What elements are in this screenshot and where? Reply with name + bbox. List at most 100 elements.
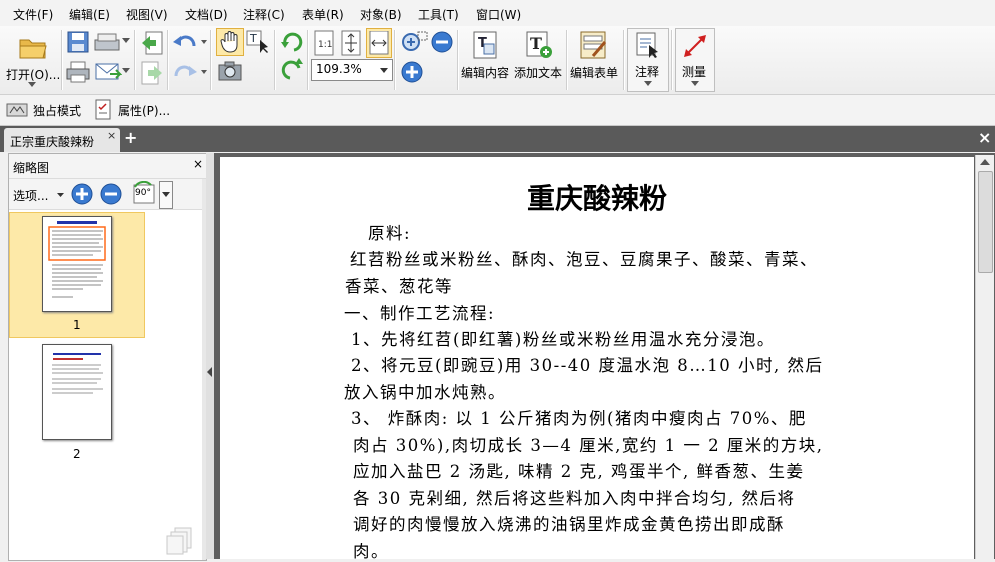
hand-tool-button[interactable] [216, 28, 244, 56]
measure-button[interactable]: 测量 [675, 28, 715, 92]
tab-title: 正宗重庆酸辣粉 [10, 135, 95, 149]
chevron-down-icon[interactable] [122, 68, 130, 73]
thumbnail-page-1[interactable] [42, 216, 112, 312]
thumbnail-page-2[interactable] [42, 344, 112, 440]
document-line-12: 调好的肉慢慢放入烧沸的油锅里炸成金黄色捞出即成酥 [353, 515, 785, 534]
panel-splitter[interactable] [206, 153, 214, 559]
undo-icon[interactable] [172, 32, 198, 52]
chevron-down-icon[interactable] [201, 40, 207, 44]
chevron-down-icon [162, 192, 170, 197]
exclusive-mode-icon [6, 103, 28, 117]
new-tab-icon[interactable]: + [124, 128, 137, 147]
document-line-11: 各 30 克剁细, 然后将这些料加入肉中拌合均匀, 然后将 [353, 489, 796, 508]
close-document-icon[interactable]: × [978, 128, 991, 147]
document-line-13: 肉。 [353, 542, 389, 561]
add-text-button[interactable]: T 添加文本 [513, 28, 565, 90]
document-scrollbar[interactable] [975, 155, 994, 559]
document-viewer[interactable]: 重庆酸辣粉 原料: 红苕粉丝或米粉丝、酥肉、泡豆、豆腐果子、酸菜、青菜、 香菜、… [214, 153, 995, 561]
email-icon[interactable] [94, 60, 122, 84]
marquee-zoom-icon[interactable] [400, 30, 428, 54]
menu-file[interactable]: 文件(F) [13, 6, 53, 23]
fit-width-icon [369, 31, 389, 55]
scroll-up-icon[interactable] [980, 159, 990, 165]
thumbnail-options-dropdown[interactable]: 选项... [11, 183, 67, 205]
menu-bar: 文件(F) 编辑(E) 视图(V) 文档(D) 注释(C) 表单(R) 对象(B… [0, 0, 995, 27]
document-line-2: 红苕粉丝或米粉丝、酥肉、泡豆、豆腐果子、酸菜、青菜、 [350, 250, 818, 269]
thumbnail-enlarge-icon[interactable] [71, 183, 93, 205]
rotate-clockwise-icon[interactable] [280, 30, 304, 54]
thumbnail-panel: 缩略图 × 选项... 90° 1 2 [8, 153, 207, 561]
zoom-in-icon[interactable] [400, 60, 424, 84]
open-button[interactable]: 打开(O)... [4, 30, 60, 90]
document-title: 重庆酸辣粉 [526, 182, 667, 215]
add-text-icon: T [526, 31, 552, 58]
tab-close-icon[interactable]: × [107, 129, 116, 142]
thumbnail-more-dropdown[interactable] [159, 181, 173, 209]
edit-content-icon: T [473, 31, 497, 59]
select-text-icon[interactable]: T [246, 30, 270, 54]
thumbnail-panel-title: 缩略图 [13, 161, 50, 175]
thumbnail-page-1-preview [48, 221, 106, 298]
pages-stack-icon [166, 527, 192, 555]
document-scroll-thumb[interactable] [978, 171, 993, 273]
menu-view[interactable]: 视图(V) [126, 6, 168, 23]
menu-tools[interactable]: 工具(T) [418, 6, 459, 23]
chevron-down-icon [644, 81, 652, 86]
rotate-counterclockwise-icon[interactable] [280, 58, 304, 82]
annotate-button[interactable]: 注释 [627, 28, 669, 92]
thumbnail-reduce-icon[interactable] [100, 183, 122, 205]
exclusive-mode-button[interactable]: 独占模式 [6, 99, 86, 121]
tab-document[interactable]: 正宗重庆酸辣粉 × [4, 128, 120, 152]
zoom-select[interactable]: 109.3% [311, 59, 393, 81]
chevron-down-icon[interactable] [122, 38, 130, 43]
document-line-5: 1、先将红苕(即红薯)粉丝或米粉丝用温水充分浸泡。 [351, 330, 775, 349]
svg-text:T: T [249, 32, 257, 45]
menu-comment[interactable]: 注释(C) [243, 6, 285, 23]
edit-form-icon [580, 31, 607, 59]
save-icon[interactable] [66, 30, 90, 54]
collapse-panel-icon[interactable] [207, 367, 213, 377]
camera-icon[interactable] [218, 60, 242, 82]
scanner-icon[interactable] [94, 32, 122, 52]
properties-button[interactable]: 属性(P)... [94, 99, 174, 121]
svg-text:T: T [530, 34, 542, 53]
document-line-1: 原料: [368, 224, 412, 243]
properties-icon [95, 99, 111, 120]
fit-width-button[interactable] [366, 28, 392, 58]
zoom-out-icon[interactable] [430, 30, 454, 54]
measure-icon [684, 35, 706, 57]
thumbnail-toolbar: 选项... 90° [9, 179, 206, 210]
menu-window[interactable]: 窗口(W) [476, 6, 521, 23]
main-toolbar: 打开(O)... T 1:1 109.3% T 编辑内容 T 添加文本 编辑表单… [0, 26, 995, 95]
menu-edit[interactable]: 编辑(E) [69, 6, 110, 23]
thumbnail-page-2-number: 2 [73, 447, 81, 461]
menu-document[interactable]: 文档(D) [185, 6, 228, 23]
fit-page-icon[interactable] [340, 30, 364, 56]
thumbnail-panel-close-icon[interactable]: × [193, 157, 203, 171]
thumbnail-page-1-number: 1 [73, 318, 81, 332]
document-line-9: 肉占 30%),肉切成长 3—4 厘米,宽约 1 一 2 厘米的方块, [353, 436, 824, 455]
chevron-down-icon [57, 193, 64, 197]
edit-content-button[interactable]: T 编辑内容 [460, 28, 512, 90]
svg-text:1:1: 1:1 [318, 40, 332, 50]
secondary-toolbar: 独占模式 属性(P)... [0, 95, 995, 126]
document-tab-bar: 正宗重庆酸辣粉 × + × [0, 126, 995, 152]
chevron-down-icon[interactable] [201, 70, 207, 74]
document-line-10: 应加入盐巴 2 汤匙, 味精 2 克, 鸡蛋半个, 鲜香葱、生姜 [353, 462, 805, 481]
chevron-down-icon [28, 82, 36, 87]
redo-icon[interactable] [172, 62, 198, 82]
document-line-6: 2、将元豆(即豌豆)用 30--40 度温水泡 8…10 小时, 然后 [351, 356, 824, 375]
thumbnail-rotate-button[interactable]: 90° [131, 181, 157, 207]
chevron-down-icon [380, 68, 388, 73]
actual-size-icon[interactable]: 1:1 [313, 30, 337, 56]
previous-view-icon[interactable] [140, 30, 164, 56]
document-line-4: 一、制作工艺流程: [344, 304, 496, 323]
thumbnail-panel-header: 缩略图 × [9, 154, 206, 179]
thumbnail-page-2-preview [52, 353, 103, 394]
next-view-icon[interactable] [140, 60, 164, 86]
edit-form-button[interactable]: 编辑表单 [569, 28, 621, 90]
print-icon[interactable] [66, 60, 90, 84]
menu-object[interactable]: 对象(B) [360, 6, 402, 23]
document-line-8: 3、 炸酥肉: 以 1 公斤猪肉为例(猪肉中瘦肉占 70%、肥 [351, 409, 807, 428]
menu-form[interactable]: 表单(R) [302, 6, 344, 23]
